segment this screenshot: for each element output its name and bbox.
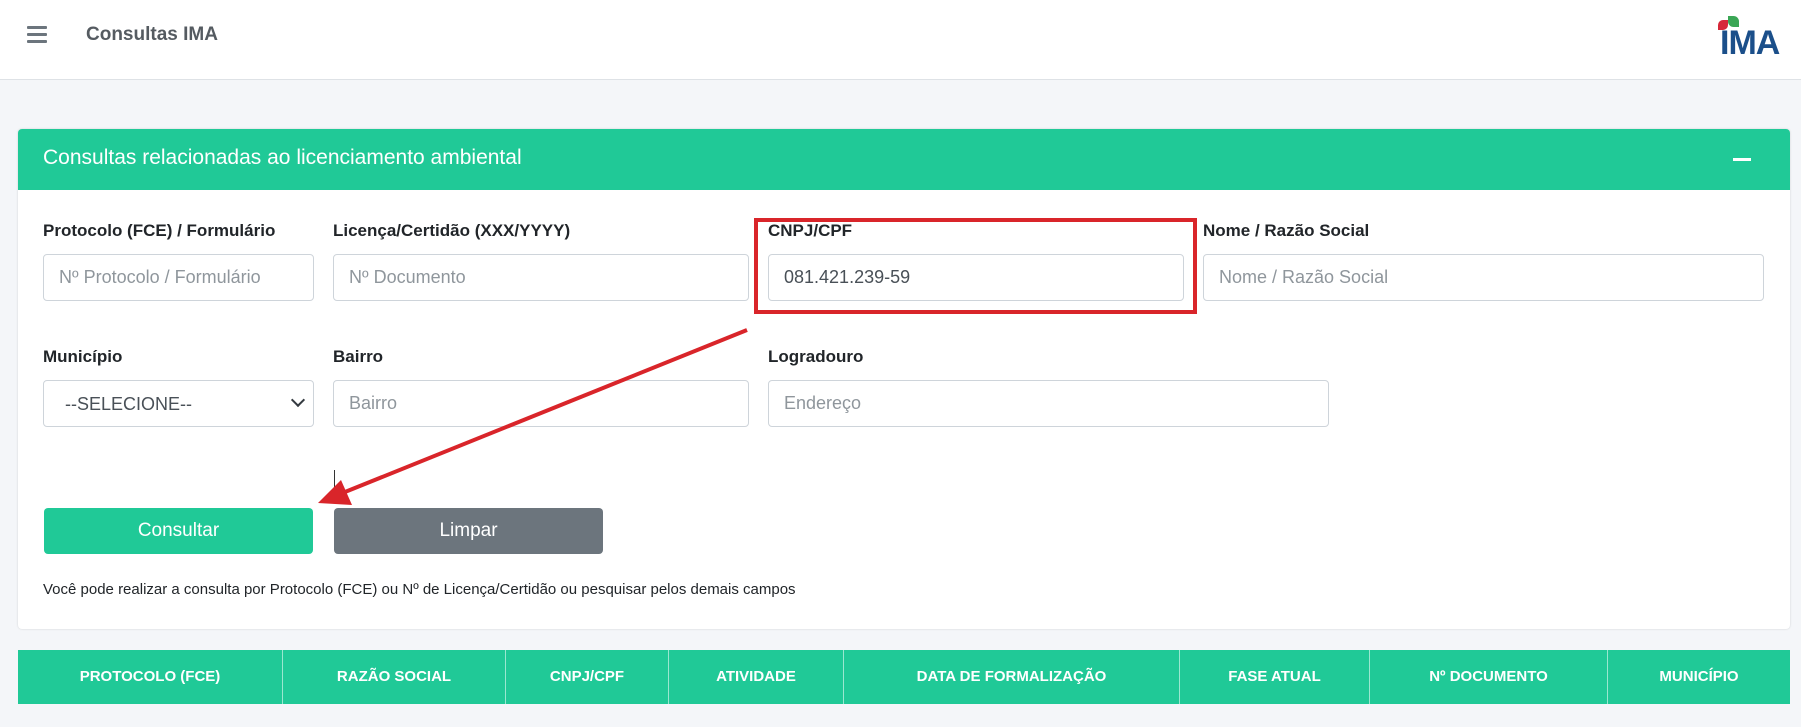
search-hint-text: Você pode realizar a consulta por Protoc… [43,581,796,598]
th-n-documento[interactable]: Nº DOCUMENTO [1370,650,1608,704]
limpar-button[interactable]: Limpar [334,508,603,554]
chevron-down-icon [290,392,306,408]
logradouro-label: Logradouro [768,347,864,366]
th-data-formalizacao[interactable]: DATA DE FORMALIZAÇÃO [844,650,1180,704]
top-navbar: Consultas IMA IMA [0,0,1801,80]
logo-text: IMA [1720,24,1780,62]
th-fase-atual[interactable]: FASE ATUAL [1180,650,1370,704]
nome-label: Nome / Razão Social [1203,221,1370,240]
th-razao-social[interactable]: RAZÃO SOCIAL [283,650,506,704]
protocolo-input[interactable] [43,254,314,301]
logradouro-input[interactable] [768,380,1329,427]
protocolo-label: Protocolo (FCE) / Formulário [43,221,276,240]
card-header: Consultas relacionadas ao licenciamento … [18,129,1790,190]
municipio-selected-value: --SELECIONE-- [65,394,193,414]
ima-logo: IMA [1712,14,1796,64]
results-table-header: PROTOCOLO (FCE) RAZÃO SOCIAL CNPJ/CPF AT… [18,650,1790,704]
app-title: Consultas IMA [86,24,218,45]
text-cursor [334,470,335,488]
minus-icon[interactable] [1733,158,1751,161]
search-card: Consultas relacionadas ao licenciamento … [18,129,1790,629]
consultar-button[interactable]: Consultar [44,508,313,554]
th-cnpj[interactable]: CNPJ/CPF [506,650,669,704]
bairro-label: Bairro [333,347,384,366]
licenca-input[interactable] [333,254,749,301]
bairro-input[interactable] [333,380,749,427]
th-atividade[interactable]: ATIVIDADE [669,650,844,704]
annotation-highlight-box [754,218,1197,314]
hamburger-menu-icon[interactable] [27,26,47,44]
card-title: Consultas relacionadas ao licenciamento … [43,146,522,169]
municipio-select[interactable]: --SELECIONE-- [43,380,314,427]
th-protocolo[interactable]: PROTOCOLO (FCE) [18,650,283,704]
licenca-label: Licença/Certidão (XXX/YYYY) [333,221,571,240]
th-municipio[interactable]: MUNICÍPIO [1608,650,1790,704]
nome-input[interactable] [1203,254,1764,301]
municipio-label: Município [43,347,123,366]
